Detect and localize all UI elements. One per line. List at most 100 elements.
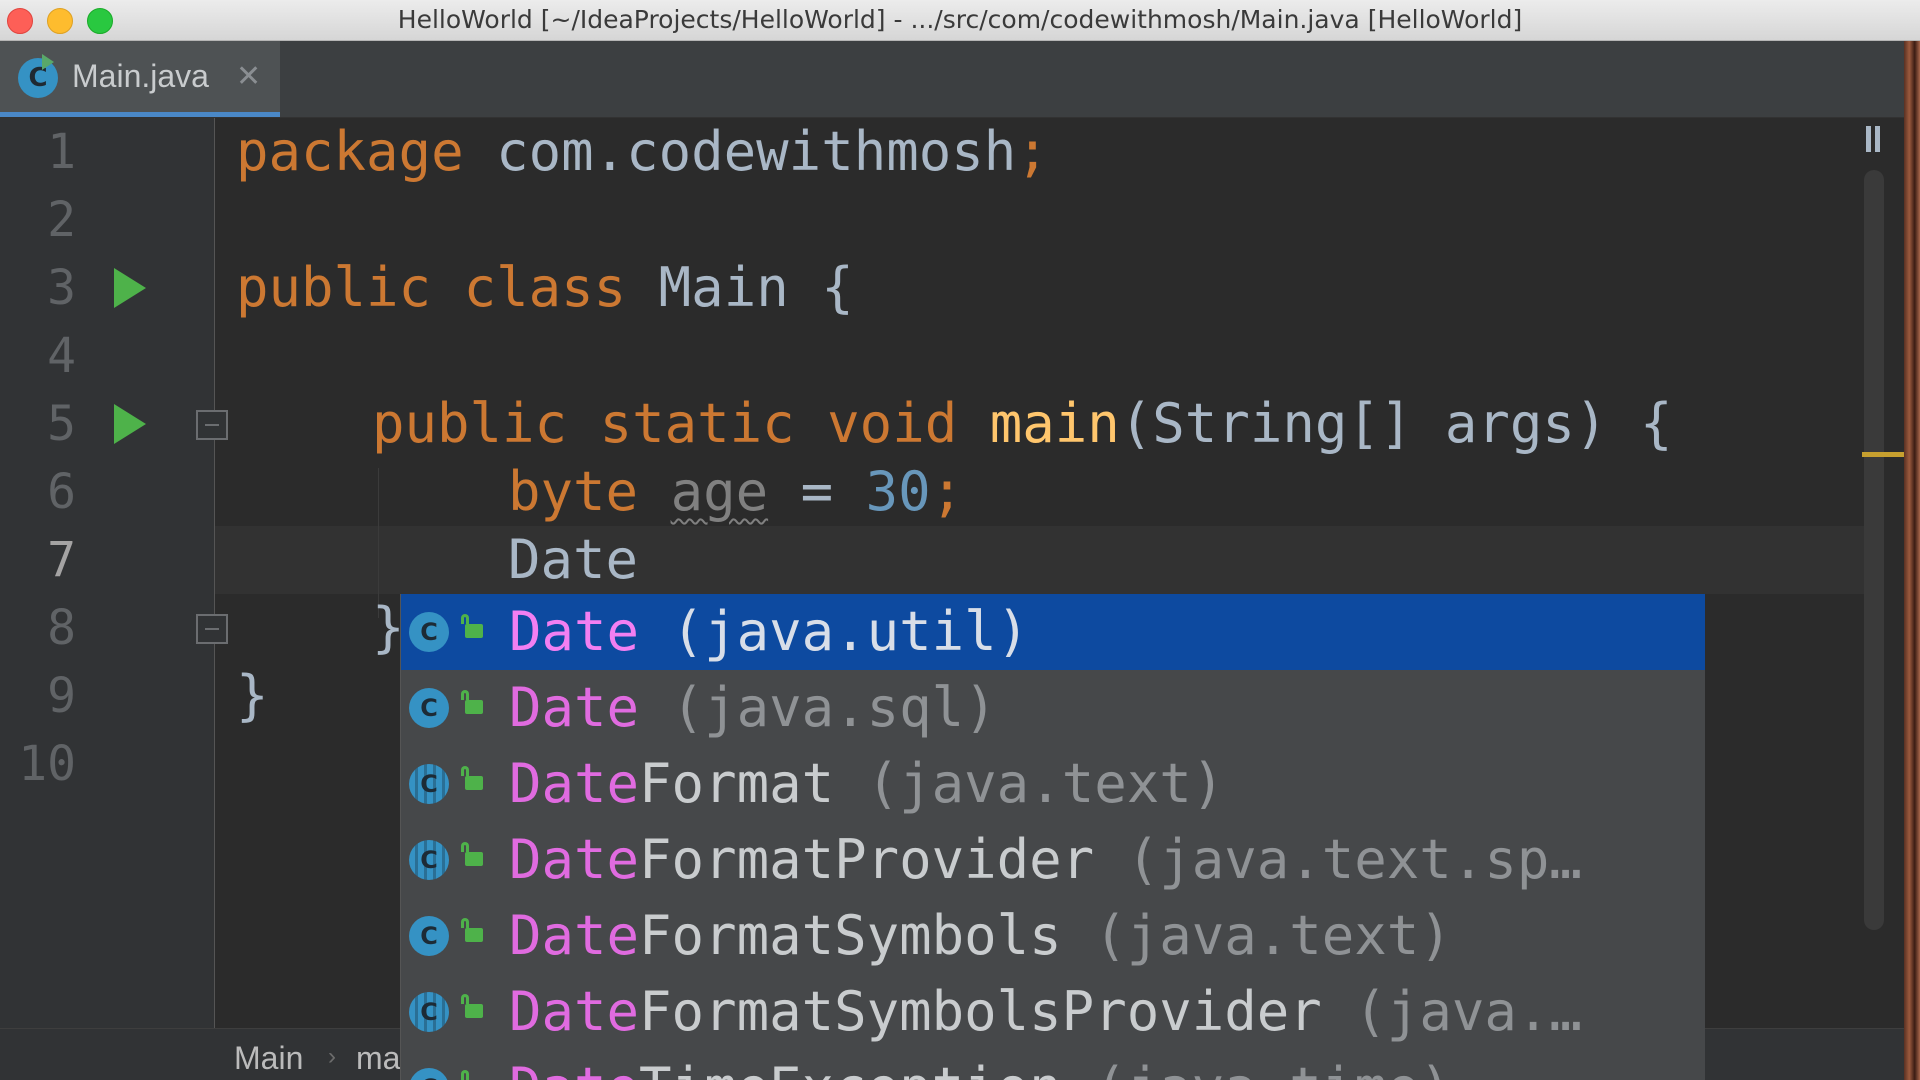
breadcrumb-item-main[interactable]: Main xyxy=(234,1029,303,1080)
class-icon: C xyxy=(409,688,449,728)
keyword: public xyxy=(236,256,432,319)
fold-end-icon[interactable] xyxy=(196,614,228,644)
line-number: 4 xyxy=(47,328,76,384)
completion-package: (java.… xyxy=(1321,980,1582,1043)
completion-item-text: Date (java.util) xyxy=(509,594,1029,670)
line-number: 3 xyxy=(47,260,76,316)
line-number: 2 xyxy=(47,192,76,248)
semicolon: ; xyxy=(930,460,964,523)
completion-rest: FormatSymbolsProvider xyxy=(639,980,1322,1043)
completion-item[interactable]: C DateFormat (java.text) xyxy=(401,746,1705,822)
completion-item[interactable]: C DateFormatSymbols (java.text) xyxy=(401,898,1705,974)
run-class-icon[interactable] xyxy=(114,268,146,308)
completion-rest: TimeException xyxy=(639,1056,1062,1080)
closing-brace: } xyxy=(236,664,269,727)
public-access-icon xyxy=(461,994,483,1018)
completion-package: (java.text) xyxy=(834,752,1225,815)
line-number: 8 xyxy=(47,600,76,656)
keyword: package xyxy=(236,120,464,183)
tab-label: Main.java xyxy=(72,58,209,94)
completion-package: (java.text) xyxy=(1061,904,1452,967)
completion-match: Date xyxy=(509,1056,639,1080)
completion-item-text: DateFormatProvider (java.text.sp… xyxy=(509,822,1582,898)
completion-item[interactable]: C Date (java.sql) xyxy=(401,670,1705,746)
completion-item-text: DateTimeException (java.time) xyxy=(509,1050,1452,1080)
class-name: Main { xyxy=(626,256,854,319)
typed-text: Date xyxy=(508,528,639,591)
code-line-6: byte age = 30; xyxy=(508,458,963,526)
completion-rest: FormatSymbols xyxy=(639,904,1062,967)
completion-item[interactable]: C DateTimeException (java.time) xyxy=(401,1050,1705,1080)
completion-item[interactable]: C DateFormatProvider (java.text.sp… xyxy=(401,822,1705,898)
warning-marker[interactable] xyxy=(1862,452,1904,457)
class-icon: C xyxy=(409,916,449,956)
class-icon: C xyxy=(409,1068,449,1080)
public-access-icon xyxy=(461,614,483,638)
abstract-class-icon: C xyxy=(409,764,449,804)
method-params: (String[] args) { xyxy=(1119,392,1673,455)
line-number: 6 xyxy=(47,464,76,520)
public-access-icon xyxy=(461,842,483,866)
line-number: 1 xyxy=(47,124,76,180)
current-line-highlight xyxy=(0,526,1880,594)
keyword: byte xyxy=(508,460,639,523)
completion-rest: FormatProvider xyxy=(639,828,1095,891)
completion-package: (java.text.sp… xyxy=(1094,828,1582,891)
code-completion-popup: C Date (java.util) C Date (java.sql) C D… xyxy=(400,594,1705,1080)
editor-gutter: 1 2 3 4 5 6 7 8 9 10 xyxy=(0,118,228,1028)
abstract-class-icon: C xyxy=(409,840,449,880)
completion-match: Date xyxy=(509,600,640,663)
breadcrumb-separator: › xyxy=(328,1043,336,1070)
fold-start-icon[interactable] xyxy=(196,410,228,440)
vertical-scrollbar[interactable] xyxy=(1864,170,1884,930)
code-line-5: public static void main(String[] args) { xyxy=(372,390,1672,458)
runnable-badge-icon xyxy=(42,54,54,70)
completion-match: Date xyxy=(509,980,640,1043)
method-name: main xyxy=(957,392,1120,455)
editor-tab-bar: C Main.java ✕ xyxy=(0,41,1904,118)
public-access-icon xyxy=(461,690,483,714)
completion-item-text: DateFormatSymbols (java.text) xyxy=(509,898,1452,974)
code-line-9: } xyxy=(236,662,269,730)
keyword: static xyxy=(567,392,795,455)
window-title: HelloWorld [~/IdeaProjects/HelloWorld] -… xyxy=(397,5,1523,34)
line-number: 5 xyxy=(47,396,76,452)
class-icon: C xyxy=(409,612,449,652)
breadcrumb-item-method[interactable]: ma xyxy=(356,1029,400,1080)
code-line-1: package com.codewithmosh; xyxy=(236,118,1049,186)
completion-item[interactable]: C DateFormatSymbolsProvider (java.… xyxy=(401,974,1705,1050)
completion-rest: Format xyxy=(639,752,835,815)
ide-window: HelloWorld [~/IdeaProjects/HelloWorld] -… xyxy=(0,0,1920,1080)
semicolon: ; xyxy=(1016,120,1049,183)
abstract-class-icon: C xyxy=(409,992,449,1032)
code-line-7: Date xyxy=(508,526,638,594)
tab-main-java[interactable]: C Main.java ✕ xyxy=(0,41,280,117)
completion-match: Date xyxy=(509,752,640,815)
line-number-current: 7 xyxy=(47,532,76,588)
completion-item-text: DateFormatSymbolsProvider (java.… xyxy=(509,974,1582,1050)
close-tab-icon[interactable]: ✕ xyxy=(236,41,261,112)
completion-package: (java.time) xyxy=(1062,1056,1452,1080)
line-number: 10 xyxy=(18,736,76,792)
completion-item[interactable]: C Date (java.util) xyxy=(401,594,1705,670)
completion-item-text: DateFormat (java.text) xyxy=(509,746,1224,822)
operator: = xyxy=(768,460,866,523)
package-name: com.codewithmosh xyxy=(463,120,1017,183)
line-number: 9 xyxy=(47,668,76,724)
completion-match: Date xyxy=(509,676,640,739)
completion-match: Date xyxy=(509,828,640,891)
keyword: void xyxy=(794,392,958,455)
completion-package: (java.sql) xyxy=(639,676,997,739)
completion-package: (java.util) xyxy=(639,600,1030,663)
number-literal: 30 xyxy=(865,460,931,523)
public-access-icon xyxy=(461,766,483,790)
completion-match: Date xyxy=(509,904,640,967)
run-main-icon[interactable] xyxy=(114,404,146,444)
code-line-3: public class Main { xyxy=(236,254,854,322)
unused-variable: age xyxy=(670,460,769,523)
public-access-icon xyxy=(461,918,483,942)
background-edge xyxy=(1904,41,1920,1080)
completion-item-text: Date (java.sql) xyxy=(509,670,997,746)
keyword: class xyxy=(431,256,627,319)
pause-icon[interactable] xyxy=(1864,126,1882,152)
